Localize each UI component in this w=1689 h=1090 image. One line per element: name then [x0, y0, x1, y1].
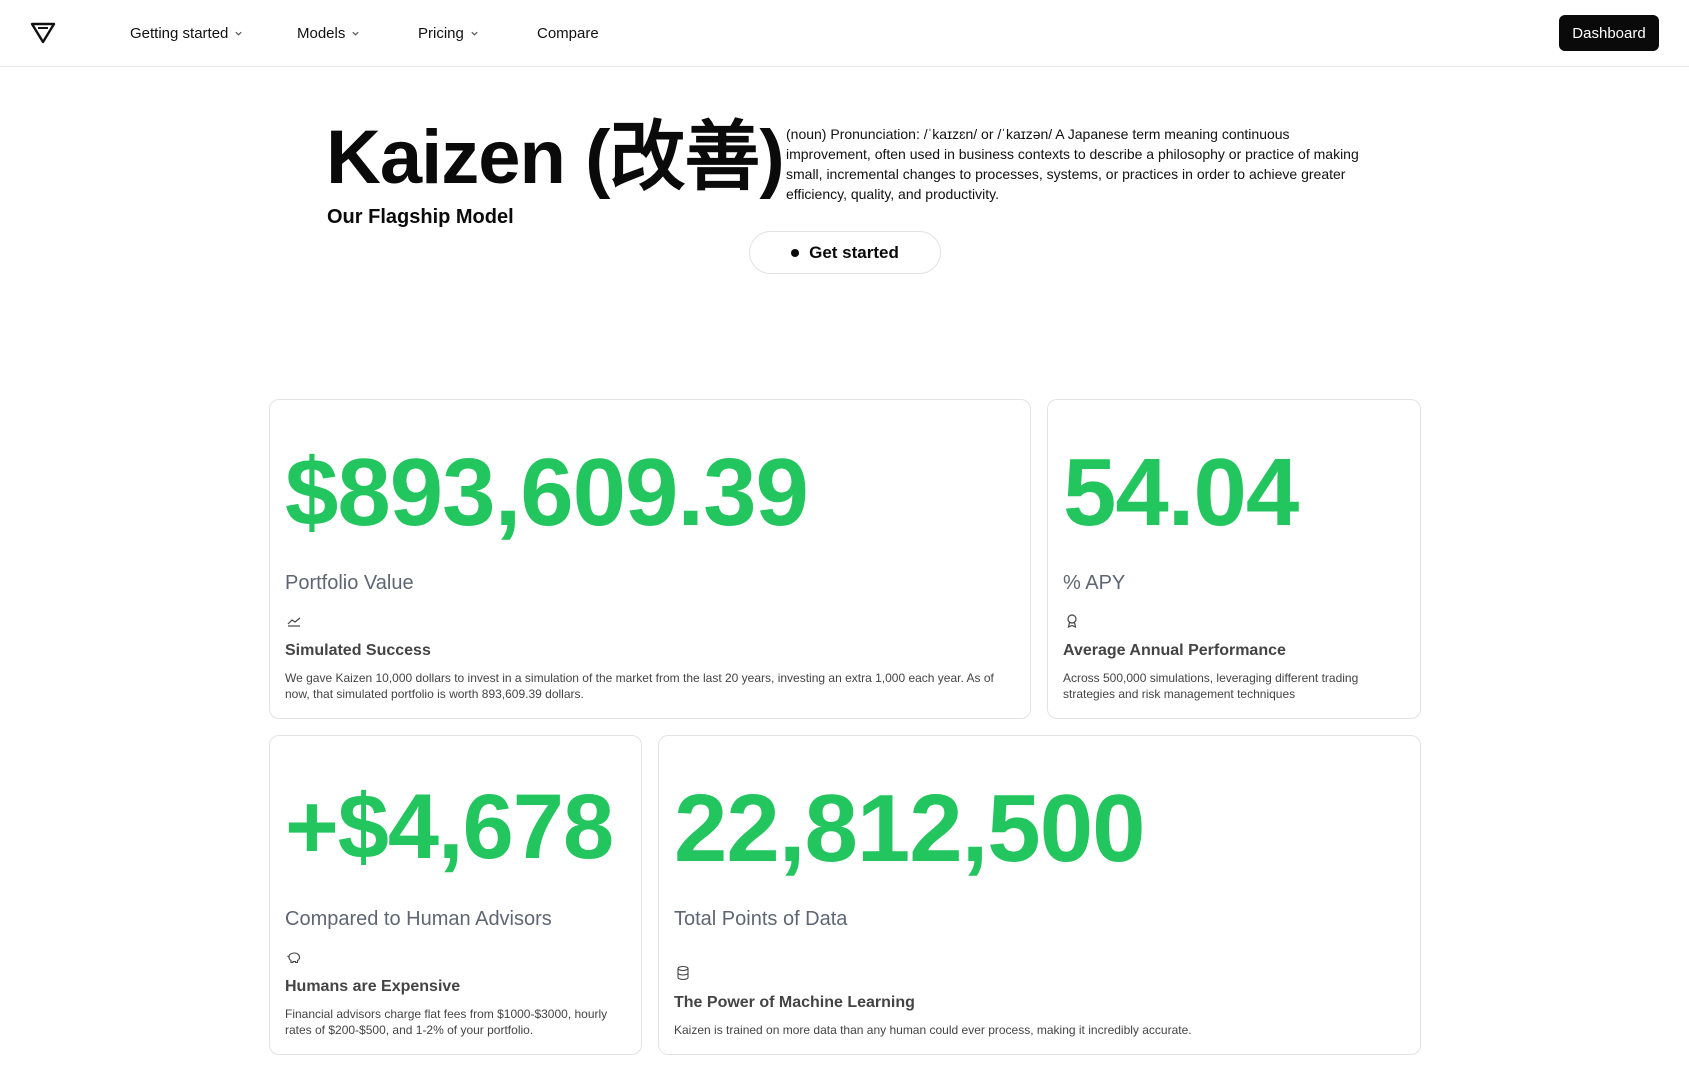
- stat-label: Portfolio Value: [285, 572, 414, 594]
- stat-description: We gave Kaizen 10,000 dollars to invest …: [285, 671, 994, 701]
- stat-card-apy: 54.04 % APY Average Annual Performance A…: [1047, 399, 1421, 719]
- hero-title: Kaizen (改善): [326, 115, 785, 200]
- nav-models-label: Models: [297, 25, 346, 42]
- hero-subtitle: Our Flagship Model: [327, 206, 514, 228]
- stat-description: Across 500,000 simulations, leveraging d…: [1063, 671, 1359, 701]
- nav-getting-started[interactable]: Getting started: [130, 0, 243, 67]
- get-started-label: Get started: [809, 242, 899, 262]
- stat-value: 22,812,500: [674, 775, 1145, 882]
- award-icon: [1067, 614, 1077, 629]
- stat-heading: Simulated Success: [285, 642, 431, 659]
- stat-value: $893,609.39: [285, 439, 809, 546]
- stat-label: % APY: [1063, 572, 1126, 594]
- piggy-bank-icon: [287, 952, 301, 964]
- stat-value: 54.04: [1063, 439, 1299, 546]
- nav-compare[interactable]: Compare: [537, 0, 599, 67]
- nav-getting-started-label: Getting started: [130, 25, 229, 42]
- stat-label: Total Points of Data: [674, 908, 848, 930]
- database-icon: [677, 965, 689, 981]
- top-navigation-bar: Getting started Models Pricing Compare D…: [0, 0, 1689, 67]
- stat-card-human-advisors: +$4,678 Compared to Human Advisors Human…: [269, 735, 642, 1055]
- chevron-down-icon: [235, 31, 243, 36]
- chevron-down-icon: [471, 31, 478, 36]
- nav-models[interactable]: Models: [297, 0, 360, 67]
- nav-pricing-label: Pricing: [418, 25, 464, 42]
- stat-description: Kaizen is trained on more data than any …: [674, 1023, 1192, 1037]
- stat-label: Compared to Human Advisors: [285, 908, 552, 930]
- stat-heading: Humans are Expensive: [285, 978, 461, 995]
- chart-line-icon: [287, 617, 301, 627]
- dashboard-button[interactable]: Dashboard: [1559, 15, 1659, 51]
- nav-compare-label: Compare: [537, 25, 599, 42]
- stat-card-data-points: 22,812,500 Total Points of Data The Powe…: [658, 735, 1421, 1055]
- dot-icon: [791, 248, 800, 257]
- get-started-button[interactable]: Get started: [749, 231, 941, 274]
- stat-card-portfolio-value: $893,609.39 Portfolio Value Simulated Su…: [269, 399, 1031, 719]
- stat-description: Financial advisors charge flat fees from…: [285, 1007, 608, 1037]
- stat-heading: The Power of Machine Learning: [674, 994, 915, 1011]
- nav-pricing[interactable]: Pricing: [418, 0, 479, 67]
- stat-heading: Average Annual Performance: [1063, 642, 1286, 659]
- stat-value: +$4,678: [285, 776, 614, 878]
- triangle-logo-icon[interactable]: [30, 21, 56, 45]
- chevron-down-icon: [352, 31, 359, 36]
- hero-definition: (noun) Pronunciation: /ˈkaɪzɛn/ or /ˈkaɪ…: [786, 126, 1359, 202]
